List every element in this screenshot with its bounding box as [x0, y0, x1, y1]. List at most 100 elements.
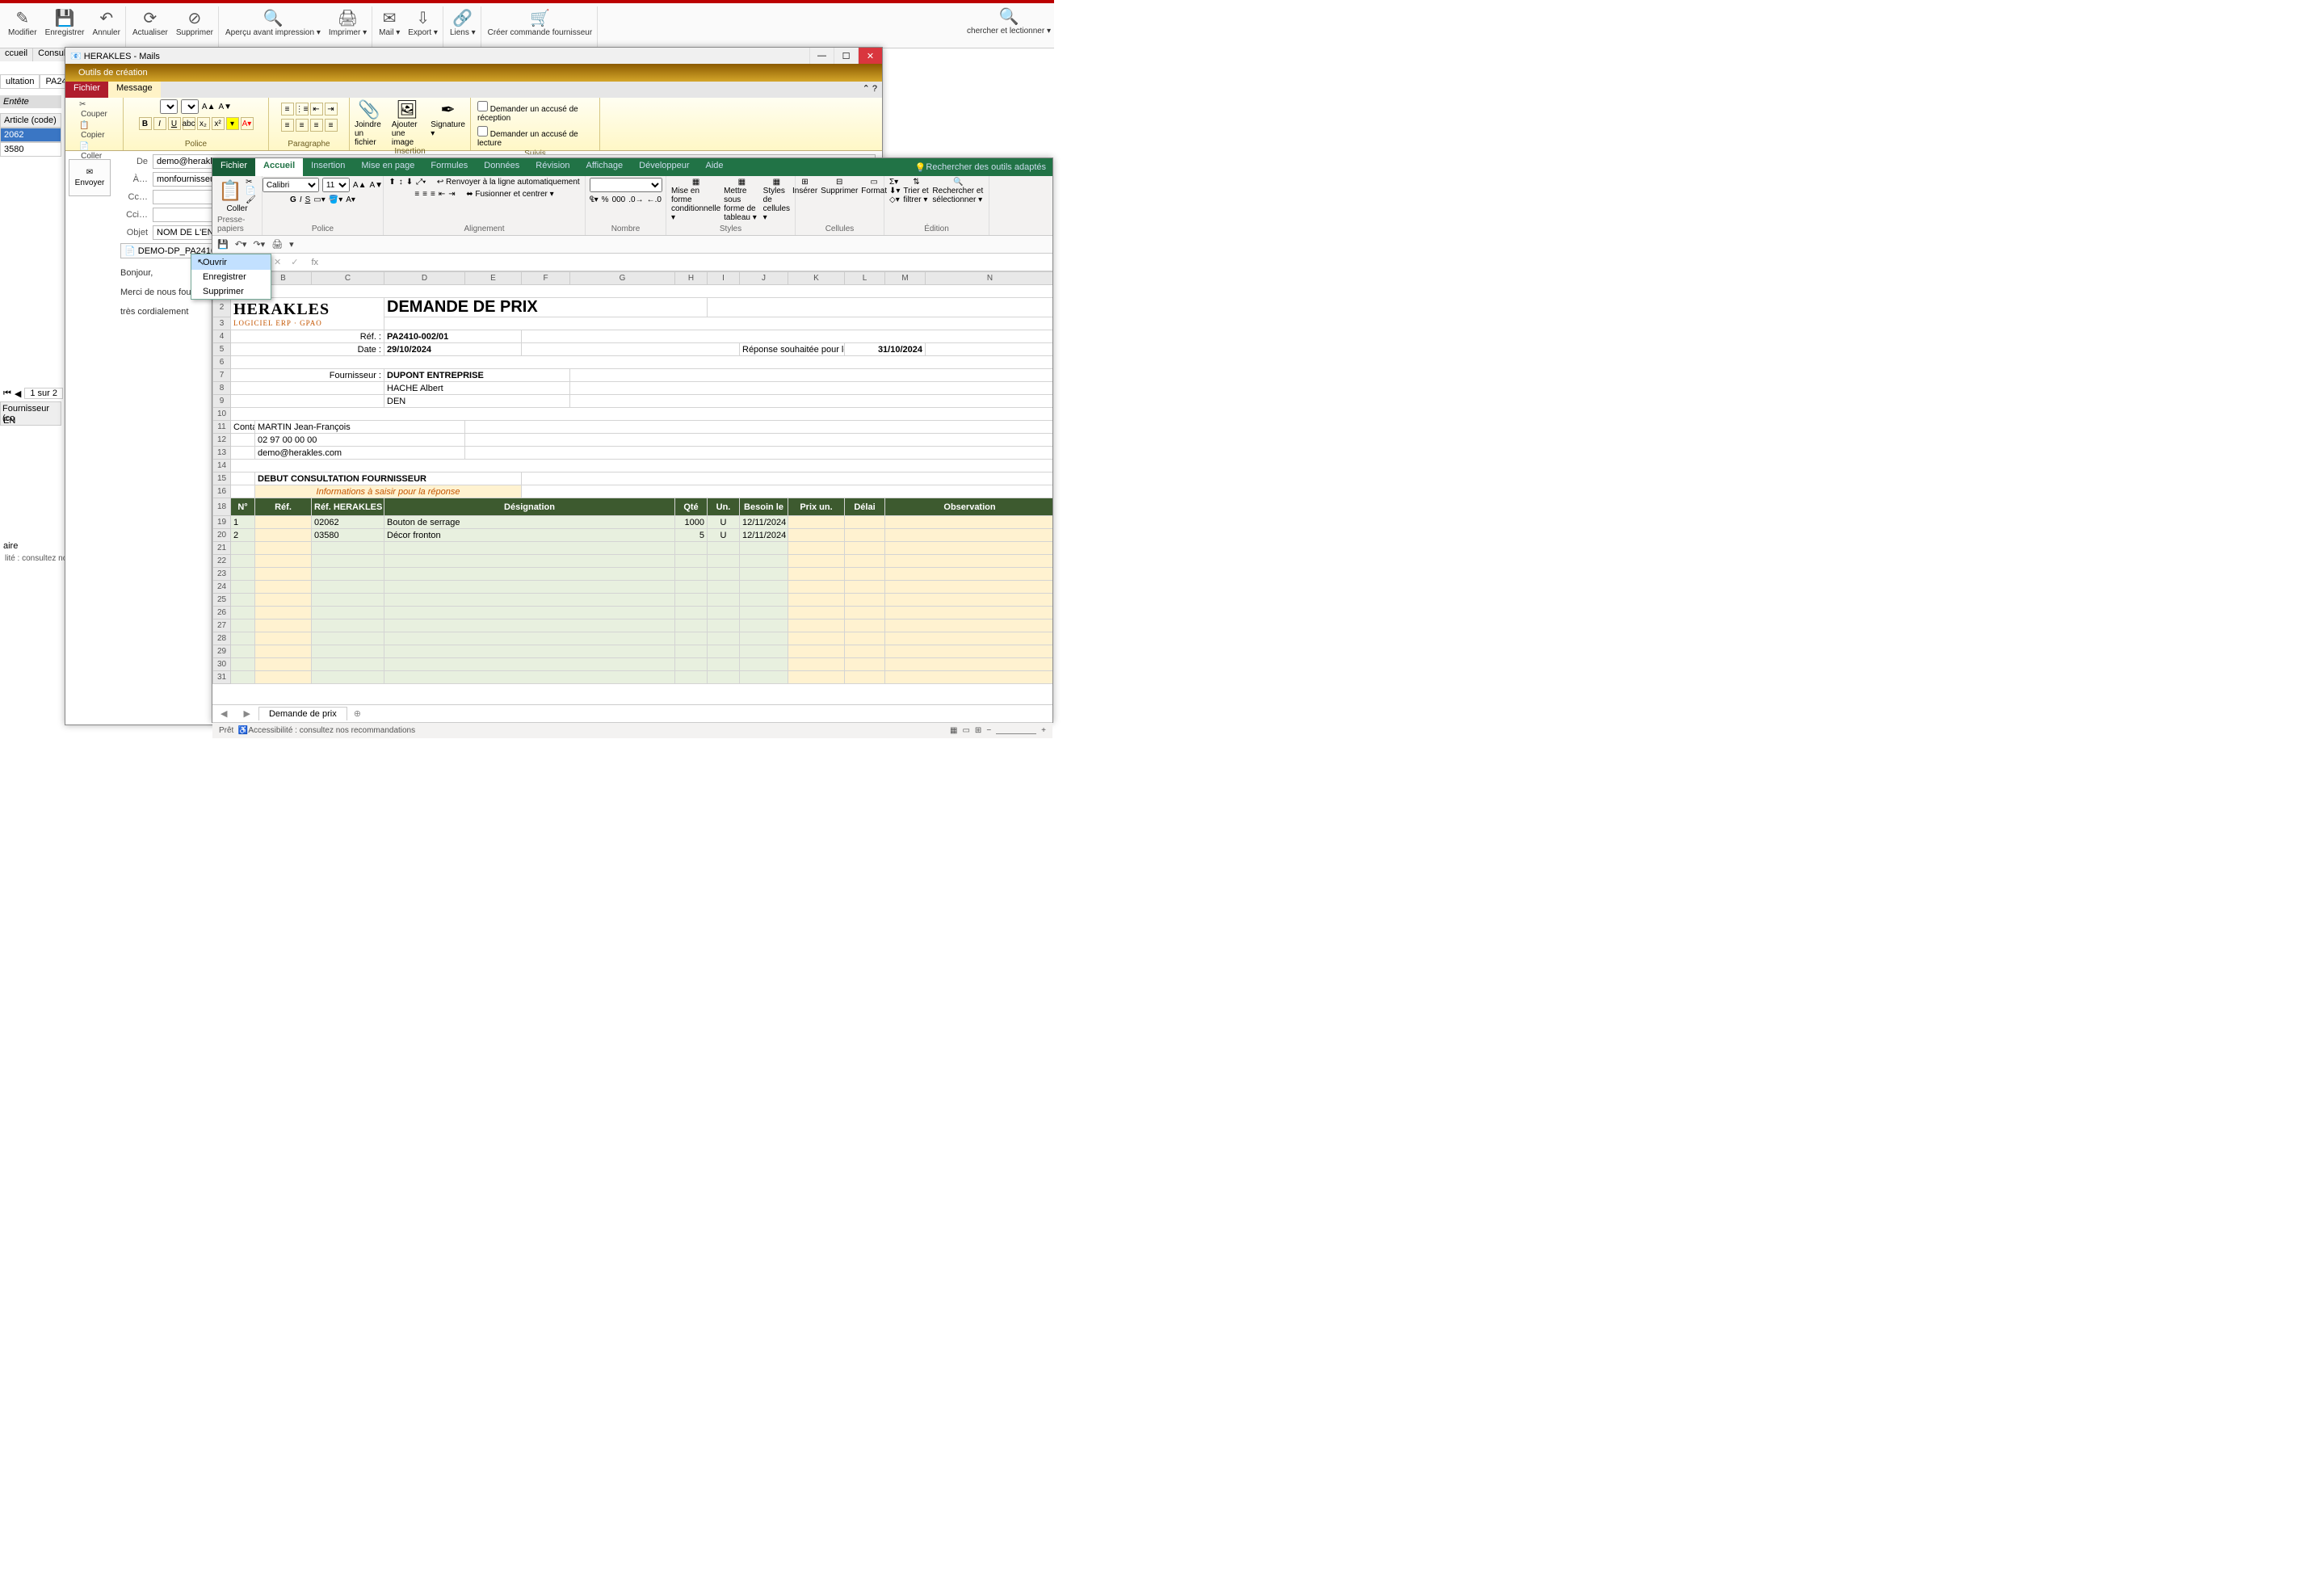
grow-font-icon[interactable]: A▲ [353, 181, 367, 190]
align-center-icon[interactable]: ≡ [422, 190, 427, 199]
row-3580[interactable]: 3580 [0, 142, 61, 157]
indent-icon[interactable]: ⇥ [325, 103, 338, 116]
italic-button[interactable]: I [153, 117, 166, 130]
accessibility-icon[interactable]: ♿ [238, 726, 248, 735]
a-label[interactable]: À… [120, 174, 153, 184]
align-bot-icon[interactable]: ⬇ [406, 178, 413, 187]
grow-font-icon[interactable]: A▲ [202, 103, 216, 111]
formula-bar[interactable] [326, 254, 1052, 271]
bullets-icon[interactable]: ≡ [281, 103, 294, 116]
xl-bold[interactable]: G [290, 195, 296, 204]
attach-file-button[interactable]: 📎Joindre un fichier [355, 99, 384, 147]
underline-button[interactable]: U [168, 117, 181, 130]
redo-icon[interactable]: ↷▾ [253, 239, 265, 250]
paste-icon[interactable]: 📋 [218, 179, 242, 203]
xl-fill-icon[interactable]: 🪣▾ [329, 195, 342, 204]
xl-italic[interactable]: I [300, 195, 302, 204]
currency-icon[interactable]: ₠▾ [590, 195, 599, 204]
format-cells-button[interactable]: ▭Format [861, 178, 887, 195]
maximize-button[interactable]: ☐ [834, 48, 858, 64]
xl-border-icon[interactable]: ▭▾ [313, 195, 325, 204]
highlight-button[interactable]: ▾ [226, 117, 239, 130]
view-normal-icon[interactable]: ▦ [950, 726, 957, 735]
signature-button[interactable]: ✒Signature ▾ [431, 99, 465, 147]
numbering-icon[interactable]: ⋮≡ [296, 103, 309, 116]
xl-font-select[interactable]: Calibri [263, 178, 319, 192]
enter-formula-icon[interactable]: ✓ [286, 257, 303, 267]
menu-enregistrer[interactable]: Enregistrer [191, 270, 271, 284]
help-icon[interactable]: ? [872, 84, 877, 94]
indent-dec-icon[interactable]: ⇤ [439, 190, 445, 199]
cut-icon[interactable]: ✂ [246, 178, 256, 187]
xl-tab-aide[interactable]: Aide [698, 158, 732, 176]
align-top-icon[interactable]: ⬆ [389, 178, 395, 187]
pager-prev-icon[interactable]: ◀ [15, 388, 21, 399]
align-right-icon[interactable]: ≡ [431, 190, 435, 199]
undo-icon[interactable]: ↶▾ [235, 239, 247, 250]
xl-tab-accueil[interactable]: Accueil [255, 158, 303, 176]
apercu-button[interactable]: 🔍Aperçu avant impression ▾ [225, 8, 321, 37]
minimize-button[interactable]: — [809, 48, 834, 64]
accuse-lecture-checkbox[interactable]: Demander un accusé de lecture [476, 124, 594, 149]
xl-tab-fichier[interactable]: Fichier [212, 158, 255, 176]
row-2062[interactable]: 2062 [0, 128, 61, 142]
insert-cells-button[interactable]: ⊞Insérer [792, 178, 817, 195]
align-center-icon[interactable]: ≡ [296, 119, 309, 132]
xl-tab-revision[interactable]: Révision [527, 158, 578, 176]
orientation-icon[interactable]: ⤢▾ [416, 178, 426, 187]
modifier-button[interactable]: ✎Modifier [8, 8, 37, 37]
send-button[interactable]: ✉ Envoyer [69, 159, 111, 196]
strike-button[interactable]: abc [183, 117, 195, 130]
sup-button[interactable]: x² [212, 117, 225, 130]
cancel-formula-icon[interactable]: ✕ [269, 257, 286, 267]
zoom-in-icon[interactable]: + [1041, 726, 1046, 735]
outdent-icon[interactable]: ⇤ [310, 103, 323, 116]
enregistrer-button[interactable]: 💾Enregistrer [45, 8, 85, 37]
actualiser-button[interactable]: ⟳Actualiser [132, 8, 168, 37]
xl-tell-me[interactable]: 💡 Rechercher des outils adaptés [909, 158, 1052, 176]
view-break-icon[interactable]: ⊞ [975, 726, 981, 735]
zoom-out-icon[interactable]: − [986, 726, 991, 735]
format-painter-icon[interactable]: 🖌 [246, 195, 256, 204]
sub-button[interactable]: x₂ [197, 117, 210, 130]
shrink-font-icon[interactable]: A▼ [370, 181, 384, 190]
close-button[interactable]: ✕ [858, 48, 882, 64]
table-format-button[interactable]: ▦Mettre sous forme de tableau ▾ [724, 178, 760, 222]
fx-icon[interactable]: fx [303, 258, 326, 267]
accuse-reception-checkbox[interactable]: Demander un accusé de réception [476, 99, 594, 124]
xl-fontcolor-icon[interactable]: A▾ [346, 195, 355, 204]
cell-styles-button[interactable]: ▦Styles de cellules ▾ [763, 178, 790, 222]
menu-supprimer[interactable]: Supprimer [191, 284, 271, 299]
align-right-icon[interactable]: ≡ [310, 119, 323, 132]
font-size-select[interactable] [181, 99, 199, 114]
xl-underline[interactable]: S [305, 195, 311, 204]
sheet-nav-prev-icon[interactable]: ◀ [212, 708, 235, 719]
cc-label[interactable]: Cc… [120, 192, 153, 202]
xl-tab-donnees[interactable]: Données [476, 158, 527, 176]
indent-inc-icon[interactable]: ⇥ [448, 190, 455, 199]
new-sheet-icon[interactable]: ⊕ [347, 708, 368, 719]
pager-first-icon[interactable]: ⏮ [3, 388, 11, 399]
view-page-icon[interactable]: ▭ [962, 726, 969, 735]
mail-tab-fichier[interactable]: Fichier [65, 82, 108, 98]
xl-tab-formules[interactable]: Formules [422, 158, 476, 176]
save-icon[interactable]: 💾 [217, 239, 229, 250]
comma-icon[interactable]: 000 [612, 195, 626, 204]
xl-tab-affichage[interactable]: Affichage [578, 158, 631, 176]
xl-tab-insertion[interactable]: Insertion [303, 158, 353, 176]
supprimer-button[interactable]: ⊘Supprimer [176, 8, 213, 37]
menu-ouvrir[interactable]: Ouvrir ↖ [191, 254, 271, 270]
font-family-select[interactable] [160, 99, 178, 114]
align-left-icon[interactable]: ≡ [414, 190, 419, 199]
bold-button[interactable]: B [139, 117, 152, 130]
search-select-button[interactable]: 🔍chercher et lectionner ▾ [967, 6, 1051, 36]
xl-tab-dev[interactable]: Développeur [631, 158, 697, 176]
align-left-icon[interactable]: ≡ [281, 119, 294, 132]
qat-icon[interactable]: 🖨 [271, 239, 283, 250]
sheet-tab[interactable]: Demande de prix [258, 707, 347, 720]
mail-tab-message[interactable]: Message [108, 82, 161, 98]
number-format-select[interactable] [590, 178, 662, 192]
align-mid-icon[interactable]: ↕ [399, 178, 403, 187]
cci-label[interactable]: Cci… [120, 210, 153, 220]
wrap-text-button[interactable]: ↩ Renvoyer à la ligne automatiquement [437, 178, 580, 187]
